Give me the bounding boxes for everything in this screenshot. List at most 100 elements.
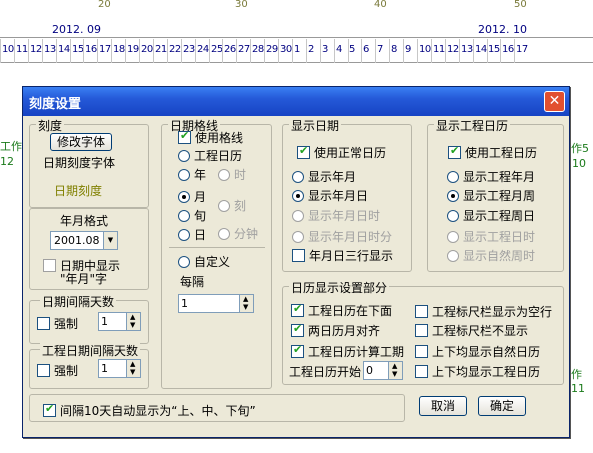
ok-button[interactable]: 确定 — [478, 396, 526, 416]
day-label: 17 — [516, 44, 528, 55]
checkbox-box[interactable] — [291, 322, 304, 337]
radio-quarter[interactable]: 刻 — [218, 197, 246, 214]
radio-circle[interactable] — [292, 170, 304, 183]
empty-row-checkbox[interactable]: 工程标尺栏显示为空行 — [415, 303, 552, 320]
spin-up-icon[interactable]: ▲ — [130, 361, 135, 368]
radio-circle[interactable] — [218, 227, 230, 240]
interval-spinner[interactable]: 1 ▲ ▼ — [98, 312, 141, 331]
cancel-button[interactable]: 取消 — [419, 396, 467, 416]
dialog-titlebar[interactable]: 刻度设置 ✕ — [23, 87, 569, 116]
checkbox-box[interactable] — [297, 144, 310, 159]
checkbox-box[interactable] — [448, 144, 461, 159]
radio-circle[interactable] — [447, 249, 459, 262]
day-label: 13 — [44, 44, 56, 55]
checkbox-box[interactable] — [37, 317, 50, 330]
work-interval-spinner[interactable]: 1 ▲ ▼ — [98, 359, 141, 378]
work-both-checkbox[interactable]: 上下均显示工程日历 — [415, 363, 540, 380]
radio-work-day-hour[interactable]: 显示工程日时 — [447, 228, 535, 245]
spin-down-icon[interactable]: ▼ — [130, 369, 135, 376]
checkbox-box[interactable] — [415, 345, 428, 358]
radio-custom[interactable]: 自定义 — [178, 253, 230, 270]
day-label: 17 — [99, 44, 111, 55]
spin-down-icon[interactable]: ▼ — [130, 322, 135, 329]
use-gridline-checkbox[interactable]: 使用格线 — [178, 129, 243, 146]
radio-year-month-day[interactable]: 显示年月日 — [292, 187, 368, 204]
radio-work-year-month[interactable]: 显示工程年月 — [447, 168, 535, 185]
radio-circle[interactable] — [178, 255, 190, 268]
radio-work-week-day[interactable]: 显示工程周日 — [447, 207, 535, 224]
radio-ten-day[interactable]: 旬 — [178, 207, 206, 224]
year-month-select[interactable]: 2001.08 ▼ — [50, 231, 118, 250]
ruler-tick — [264, 39, 265, 63]
radio-circle[interactable] — [178, 190, 190, 203]
checkbox-box[interactable] — [415, 365, 428, 378]
checkbox-box[interactable] — [292, 249, 305, 262]
natural-both-checkbox[interactable]: 上下均显示自然日历 — [415, 343, 540, 360]
radio-circle[interactable] — [178, 228, 190, 241]
radio-circle[interactable] — [292, 230, 304, 243]
radio-circle[interactable] — [447, 170, 459, 183]
radio-label: 显示年月 — [308, 170, 357, 184]
three-rows-checkbox[interactable]: 年月日三行显示 — [292, 247, 393, 264]
spin-down-icon[interactable]: ▼ — [392, 371, 397, 378]
spin-down-icon[interactable]: ▼ — [243, 304, 248, 311]
radio-year-month-day-minute[interactable]: 显示年月日时分 — [292, 228, 392, 245]
radio-day[interactable]: 日 — [178, 226, 206, 243]
ruler-tick — [389, 39, 390, 63]
spin-up-icon[interactable]: ▲ — [392, 363, 397, 370]
use-normal-calendar-checkbox[interactable]: 使用正常日历 — [297, 144, 386, 161]
month-label: 2012. 09 — [52, 23, 101, 36]
checkbox-box[interactable] — [291, 302, 304, 317]
every-spinner[interactable]: 1 ▲ ▼ — [178, 294, 254, 313]
ruler-tick — [348, 39, 349, 63]
radio-year-month[interactable]: 显示年月 — [292, 168, 356, 185]
checkbox-box[interactable] — [43, 259, 56, 272]
checkbox-box[interactable] — [291, 343, 304, 358]
checkbox-box[interactable] — [43, 402, 56, 417]
interval-value: 1 — [101, 315, 108, 328]
radio-circle[interactable] — [218, 168, 230, 181]
radio-circle[interactable] — [218, 199, 230, 212]
align-months-checkbox[interactable]: 两日历月对齐 — [291, 322, 380, 339]
radio-hour[interactable]: 时 — [218, 166, 246, 183]
close-button[interactable]: ✕ — [544, 91, 565, 112]
checkbox-box[interactable] — [415, 324, 428, 337]
radio-year[interactable]: 年 — [178, 166, 206, 183]
spin-up-icon[interactable]: ▲ — [130, 314, 135, 321]
radio-circle[interactable] — [178, 168, 190, 181]
radio-circle[interactable] — [447, 209, 459, 222]
radio-label: 月 — [194, 190, 207, 204]
compute-duration-checkbox[interactable]: 工程日历计算工期 — [291, 343, 404, 360]
radio-circle[interactable] — [292, 189, 304, 202]
ruler-tick — [500, 39, 501, 63]
radio-year-month-day-hour[interactable]: 显示年月日时 — [292, 207, 380, 224]
radio-circle[interactable] — [447, 230, 459, 243]
spin-up-icon[interactable]: ▲ — [243, 296, 248, 303]
radio-circle[interactable] — [447, 189, 459, 202]
work-start-spinner[interactable]: 0 ▲ ▼ — [363, 361, 403, 380]
radio-work-month-week[interactable]: 显示工程月周 — [447, 187, 535, 204]
radio-minute[interactable]: 分钟 — [218, 225, 258, 242]
change-font-button[interactable]: 修改字体 — [50, 133, 112, 151]
hide-ruler-checkbox[interactable]: 工程标尺栏不显示 — [415, 322, 528, 339]
work-below-checkbox[interactable]: 工程日历在下面 — [291, 302, 392, 319]
radio-circle[interactable] — [178, 209, 190, 222]
use-work-calendar-checkbox[interactable]: 使用工程日历 — [448, 144, 537, 161]
radio-natural-week-hour[interactable]: 显示自然周时 — [447, 247, 535, 264]
ruler-tick — [0, 39, 1, 63]
chevron-down-icon[interactable]: ▼ — [103, 232, 117, 249]
scale-group-label: 刻度 — [36, 117, 65, 134]
day-label: 9 — [405, 44, 411, 55]
radio-circle[interactable] — [178, 149, 190, 162]
month-row: 2012. 09 2012. 10 — [0, 14, 593, 38]
work-interval-force-checkbox[interactable]: 强制 — [37, 362, 78, 379]
auto-show-checkbox[interactable]: 间隔10天自动显示为“上、中、下旬” — [43, 402, 256, 419]
radio-month[interactable]: 月 — [178, 188, 206, 205]
radio-work-calendar[interactable]: 工程日历 — [178, 147, 242, 164]
checkbox-box[interactable] — [415, 305, 428, 318]
radio-circle[interactable] — [292, 209, 304, 222]
checkbox-box[interactable] — [178, 129, 191, 144]
radio-label: 显示年月日 — [308, 189, 369, 203]
interval-force-checkbox[interactable]: 强制 — [37, 315, 78, 332]
checkbox-box[interactable] — [37, 364, 50, 377]
